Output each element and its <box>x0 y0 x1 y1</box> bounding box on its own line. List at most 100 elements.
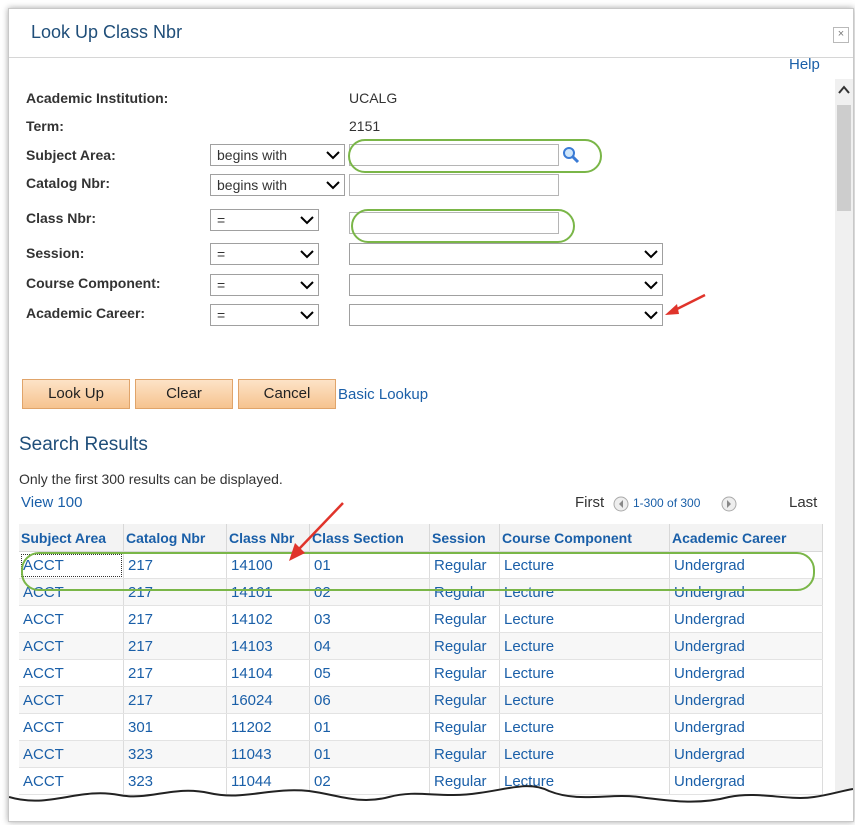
cell-subject-area[interactable]: ACCT <box>19 740 124 768</box>
cell-class-section[interactable]: 05 <box>309 659 430 687</box>
chevron-down-icon <box>300 216 314 225</box>
cell-class-nbr[interactable]: 11043 <box>226 740 310 768</box>
cell-course-component[interactable]: Lecture <box>499 713 670 741</box>
course-component-label: Course Component: <box>26 275 161 291</box>
clear-button[interactable]: Clear <box>135 379 233 409</box>
catalog-nbr-operator-value: begins with <box>217 177 288 193</box>
course-component-select[interactable] <box>349 274 663 296</box>
catalog-nbr-operator[interactable]: begins with <box>210 174 345 196</box>
course-component-operator-value: = <box>217 277 226 293</box>
cell-catalog-nbr[interactable]: 217 <box>123 686 227 714</box>
torn-edge <box>9 785 853 821</box>
cell-catalog-nbr[interactable]: 217 <box>123 659 227 687</box>
cell-class-nbr[interactable]: 11202 <box>226 713 310 741</box>
column-session[interactable]: Session <box>429 524 500 552</box>
cell-class-nbr[interactable]: 14102 <box>226 605 310 633</box>
session-operator-value: = <box>217 246 226 262</box>
first-link[interactable]: First <box>575 494 604 511</box>
cell-catalog-nbr[interactable]: 323 <box>123 740 227 768</box>
cell-catalog-nbr[interactable]: 217 <box>123 605 227 633</box>
cell-academic-career[interactable]: Undergrad <box>669 713 823 741</box>
cell-subject-area[interactable]: ACCT <box>19 632 124 660</box>
scroll-up-icon[interactable] <box>835 83 853 101</box>
basic-lookup-link[interactable]: Basic Lookup <box>338 386 428 403</box>
session-label: Session: <box>26 245 85 261</box>
grid-header-row: Subject Area Catalog Nbr Class Nbr Class… <box>19 524 823 552</box>
dialog-title: Look Up Class Nbr <box>31 22 183 42</box>
cell-subject-area[interactable]: ACCT <box>19 686 124 714</box>
cell-subject-area[interactable]: ACCT <box>19 713 124 741</box>
cell-class-section[interactable]: 03 <box>309 605 430 633</box>
cell-academic-career[interactable]: Undergrad <box>669 605 823 633</box>
cell-session[interactable]: Regular <box>429 605 500 633</box>
table-row[interactable]: ACCT 217 16024 06 Regular Lecture Underg… <box>19 686 823 714</box>
table-row[interactable]: ACCT 217 14103 04 Regular Lecture Underg… <box>19 632 823 660</box>
cell-class-section[interactable]: 06 <box>309 686 430 714</box>
cell-subject-area[interactable]: ACCT <box>19 605 124 633</box>
table-row[interactable]: ACCT 301 11202 01 Regular Lecture Underg… <box>19 713 823 741</box>
cell-course-component[interactable]: Lecture <box>499 740 670 768</box>
vertical-scrollbar[interactable] <box>835 79 853 821</box>
subject-area-operator[interactable]: begins with <box>210 144 345 166</box>
cell-course-component[interactable]: Lecture <box>499 686 670 714</box>
chevron-down-icon <box>326 181 340 190</box>
column-catalog-nbr[interactable]: Catalog Nbr <box>123 524 227 552</box>
cell-subject-area[interactable]: ACCT <box>19 659 124 687</box>
academic-career-select[interactable] <box>349 304 663 326</box>
cell-catalog-nbr[interactable]: 217 <box>123 632 227 660</box>
catalog-nbr-label: Catalog Nbr: <box>26 175 110 191</box>
previous-icon[interactable] <box>613 496 629 512</box>
chevron-down-icon <box>326 151 340 160</box>
scrollbar-thumb[interactable] <box>837 105 851 211</box>
column-academic-career[interactable]: Academic Career <box>669 524 823 552</box>
cell-class-nbr[interactable]: 16024 <box>226 686 310 714</box>
class-nbr-operator[interactable]: = <box>210 209 319 231</box>
cell-session[interactable]: Regular <box>429 686 500 714</box>
cell-class-nbr[interactable]: 14104 <box>226 659 310 687</box>
term-value: 2151 <box>349 118 381 134</box>
session-select[interactable] <box>349 243 663 265</box>
grid-navigation-bar: View 100 First 1-300 of 300 Last <box>19 494 823 516</box>
table-row[interactable]: ACCT 323 11043 01 Regular Lecture Underg… <box>19 740 823 768</box>
results-range: 1-300 of 300 <box>633 496 701 510</box>
cell-academic-career[interactable]: Undergrad <box>669 740 823 768</box>
cell-course-component[interactable]: Lecture <box>499 632 670 660</box>
cell-catalog-nbr[interactable]: 301 <box>123 713 227 741</box>
cell-course-component[interactable]: Lecture <box>499 605 670 633</box>
dialog-titlebar: Look Up Class Nbr × <box>9 9 853 58</box>
view-100-link[interactable]: View 100 <box>21 494 82 511</box>
cell-session[interactable]: Regular <box>429 659 500 687</box>
cell-academic-career[interactable]: Undergrad <box>669 632 823 660</box>
cell-session[interactable]: Regular <box>429 713 500 741</box>
cell-session[interactable]: Regular <box>429 632 500 660</box>
cell-course-component[interactable]: Lecture <box>499 659 670 687</box>
subject-area-highlight <box>348 139 602 173</box>
session-operator[interactable]: = <box>210 243 319 265</box>
close-icon[interactable]: × <box>833 27 849 43</box>
chevron-down-icon <box>644 250 658 259</box>
chevron-down-icon <box>300 311 314 320</box>
cell-class-section[interactable]: 04 <box>309 632 430 660</box>
help-link[interactable]: Help <box>789 56 820 73</box>
class-nbr-highlight <box>351 209 575 243</box>
cell-class-section[interactable]: 01 <box>309 713 430 741</box>
column-subject-area[interactable]: Subject Area <box>19 524 124 552</box>
next-icon[interactable] <box>721 496 737 512</box>
search-results-title: Search Results <box>19 434 148 455</box>
cancel-button[interactable]: Cancel <box>238 379 336 409</box>
class-nbr-label: Class Nbr: <box>26 210 97 226</box>
table-row[interactable]: ACCT 217 14102 03 Regular Lecture Underg… <box>19 605 823 633</box>
academic-institution-value: UCALG <box>349 90 398 106</box>
look-up-button[interactable]: Look Up <box>22 379 130 409</box>
table-row[interactable]: ACCT 217 14104 05 Regular Lecture Underg… <box>19 659 823 687</box>
cell-academic-career[interactable]: Undergrad <box>669 659 823 687</box>
catalog-nbr-input[interactable] <box>349 174 559 196</box>
cell-academic-career[interactable]: Undergrad <box>669 686 823 714</box>
column-course-component[interactable]: Course Component <box>499 524 670 552</box>
last-link[interactable]: Last <box>789 494 817 511</box>
cell-session[interactable]: Regular <box>429 740 500 768</box>
cell-class-nbr[interactable]: 14103 <box>226 632 310 660</box>
cell-class-section[interactable]: 01 <box>309 740 430 768</box>
course-component-operator[interactable]: = <box>210 274 319 296</box>
academic-career-operator[interactable]: = <box>210 304 319 326</box>
